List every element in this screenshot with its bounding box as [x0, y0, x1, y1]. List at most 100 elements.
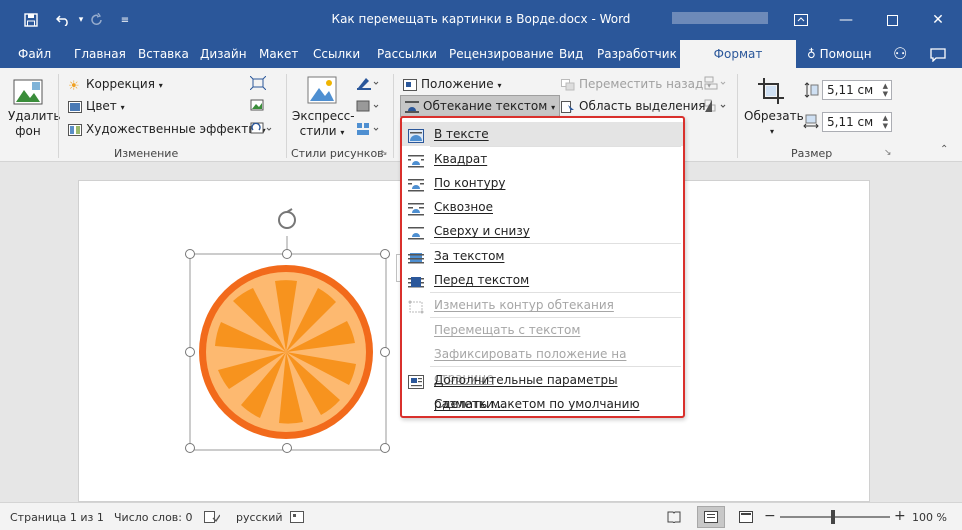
position-label: Положение: [421, 77, 494, 91]
maximize-button[interactable]: [869, 8, 915, 32]
artistic-effects-button[interactable]: Художественные эффекты ▾: [68, 122, 266, 136]
menu-item-label: Изменить контур обтекания: [434, 298, 614, 312]
menu-item-in-front-of-text[interactable]: Перед текстом: [402, 268, 683, 292]
group-styles-label: Стили рисунков: [291, 147, 384, 160]
wrap-front-icon: [408, 273, 424, 288]
picture-layout-icon[interactable]: [356, 122, 380, 139]
selected-picture[interactable]: [180, 204, 400, 456]
crop-icon[interactable]: [756, 76, 786, 109]
wrap-text-button[interactable]: Обтекание текстом ▾: [400, 95, 561, 117]
rotate-icon[interactable]: [704, 99, 728, 116]
ribbon-tabs: Файл Главная Вставка Дизайн Макет Ссылки…: [0, 40, 962, 68]
tab-insert[interactable]: Вставка: [138, 40, 189, 68]
tab-format[interactable]: Формат: [680, 40, 796, 68]
send-backward-label: Переместить назад: [579, 77, 704, 91]
macro-recording-icon[interactable]: [290, 511, 304, 526]
remove-background-icon[interactable]: [12, 76, 44, 111]
title-bar: ▾ ≡ Как перемещать картинки в Ворде.docx…: [0, 0, 962, 40]
word-count[interactable]: Число слов: 0: [114, 511, 193, 524]
menu-item-fix-position[interactable]: Зафиксировать положение на странице: [402, 342, 683, 385]
selection-pane-icon: [561, 100, 575, 113]
picture-border-icon[interactable]: [356, 76, 380, 93]
menu-item-top-bottom[interactable]: Сверху и снизу: [402, 219, 683, 243]
tab-file[interactable]: Файл: [18, 40, 51, 68]
zoom-out-icon[interactable]: −: [764, 508, 776, 524]
web-layout-icon[interactable]: [739, 511, 753, 526]
quick-styles-label-1: Экспресс-: [292, 109, 355, 123]
language[interactable]: русский: [236, 511, 283, 524]
menu-item-label: Сквозное: [434, 200, 493, 214]
tab-view[interactable]: Вид: [559, 40, 583, 68]
menu-item-more-layout-options[interactable]: Дополнительные параметры разметки...: [402, 368, 683, 411]
quick-styles-label-2: стили ▾: [299, 124, 345, 138]
tell-me[interactable]: ♁ Помощн: [807, 40, 872, 68]
position-button[interactable]: Положение ▾: [403, 77, 501, 91]
color-button[interactable]: Цвет ▾: [68, 99, 125, 113]
tab-review[interactable]: Рецензирование: [449, 40, 554, 68]
width-value: 5,11 см: [827, 115, 874, 129]
wrap-tight-icon: [408, 176, 424, 192]
remove-bg-label-1: Удалить: [8, 109, 61, 123]
quick-styles-icon[interactable]: [307, 76, 337, 109]
account-name-blurred: [672, 12, 768, 24]
group-size-label: Размер: [791, 147, 833, 160]
separator: [58, 74, 59, 158]
change-picture-icon[interactable]: [250, 99, 266, 116]
crop-dropdown-icon: ▾: [769, 127, 774, 136]
lightbulb-icon: ♁: [807, 47, 816, 61]
share-user-icon[interactable]: ⚇: [893, 40, 907, 68]
minimize-button[interactable]: —: [823, 8, 869, 32]
proofing-icon[interactable]: [204, 511, 221, 526]
read-mode-icon[interactable]: [667, 511, 681, 526]
menu-item-label: В тексте: [434, 127, 489, 141]
compress-pictures-icon[interactable]: [249, 75, 267, 93]
wrap-through-icon: [408, 200, 424, 216]
status-bar: Страница 1 из 1 Число слов: 0 русский − …: [0, 502, 962, 530]
separator: [286, 74, 287, 158]
menu-item-behind-text[interactable]: За текстом: [402, 244, 683, 268]
tab-layout[interactable]: Макет: [259, 40, 298, 68]
crop-label: Обрезать: [744, 109, 804, 123]
align-icon[interactable]: [704, 76, 728, 93]
menu-item-label: Сверху и снизу: [434, 224, 530, 238]
width-spinner-icon[interactable]: ▲ ▼: [883, 114, 888, 130]
styles-dialog-launcher-icon[interactable]: ↘: [380, 148, 388, 158]
tab-references[interactable]: Ссылки: [313, 40, 360, 68]
separator: [393, 74, 394, 158]
menu-item-set-as-default[interactable]: Сделать макетом по умолчанию: [402, 392, 683, 416]
tab-mailings[interactable]: Рассылки: [377, 40, 437, 68]
tab-home[interactable]: Главная: [74, 40, 126, 68]
tab-developer[interactable]: Разработчик: [597, 40, 677, 68]
ribbon-display-options-icon[interactable]: [778, 8, 824, 32]
selection-pane-button[interactable]: Область выделения: [561, 99, 706, 113]
zoom-slider-track[interactable]: [780, 516, 890, 518]
page-count[interactable]: Страница 1 из 1: [10, 511, 104, 524]
zoom-in-icon[interactable]: +: [894, 508, 906, 524]
menu-item-edit-wrap-points[interactable]: Изменить контур обтекания: [402, 293, 683, 317]
print-layout-icon[interactable]: [697, 506, 725, 528]
menu-item-move-with-text[interactable]: Перемещать с текстом: [402, 318, 683, 342]
corrections-button[interactable]: ☀ Коррекция ▾: [68, 77, 163, 94]
crop-button[interactable]: Обрезать ▾: [744, 109, 804, 139]
zoom-level[interactable]: 100 %: [912, 511, 947, 524]
tab-design[interactable]: Дизайн: [200, 40, 247, 68]
menu-item-inline[interactable]: В тексте: [402, 122, 683, 146]
width-field[interactable]: 5,11 см ▲ ▼: [822, 112, 892, 132]
collapse-ribbon-icon[interactable]: ⌃: [940, 144, 948, 155]
comments-icon[interactable]: [930, 40, 946, 68]
reset-picture-icon[interactable]: [250, 122, 272, 139]
height-spinner-icon[interactable]: ▲ ▼: [883, 82, 888, 98]
send-backward-button[interactable]: Переместить назад ▾: [561, 77, 711, 91]
picture-effects-icon[interactable]: [356, 99, 380, 116]
close-button[interactable]: ✕: [915, 8, 961, 32]
menu-item-tight[interactable]: По контуру: [402, 171, 683, 195]
zoom-slider-thumb[interactable]: [831, 510, 835, 524]
menu-item-square[interactable]: Квадрат: [402, 147, 683, 171]
remove-background-button[interactable]: Удалить фон: [8, 109, 61, 139]
quick-styles-button[interactable]: Экспресс- стили ▾: [292, 109, 355, 140]
wrap-inline-icon: [408, 127, 424, 143]
height-field[interactable]: 5,11 см ▲ ▼: [822, 80, 892, 100]
size-dialog-launcher-icon[interactable]: ↘: [884, 148, 892, 158]
menu-item-through[interactable]: Сквозное: [402, 195, 683, 219]
selection-pane-label: Область выделения: [579, 99, 706, 113]
